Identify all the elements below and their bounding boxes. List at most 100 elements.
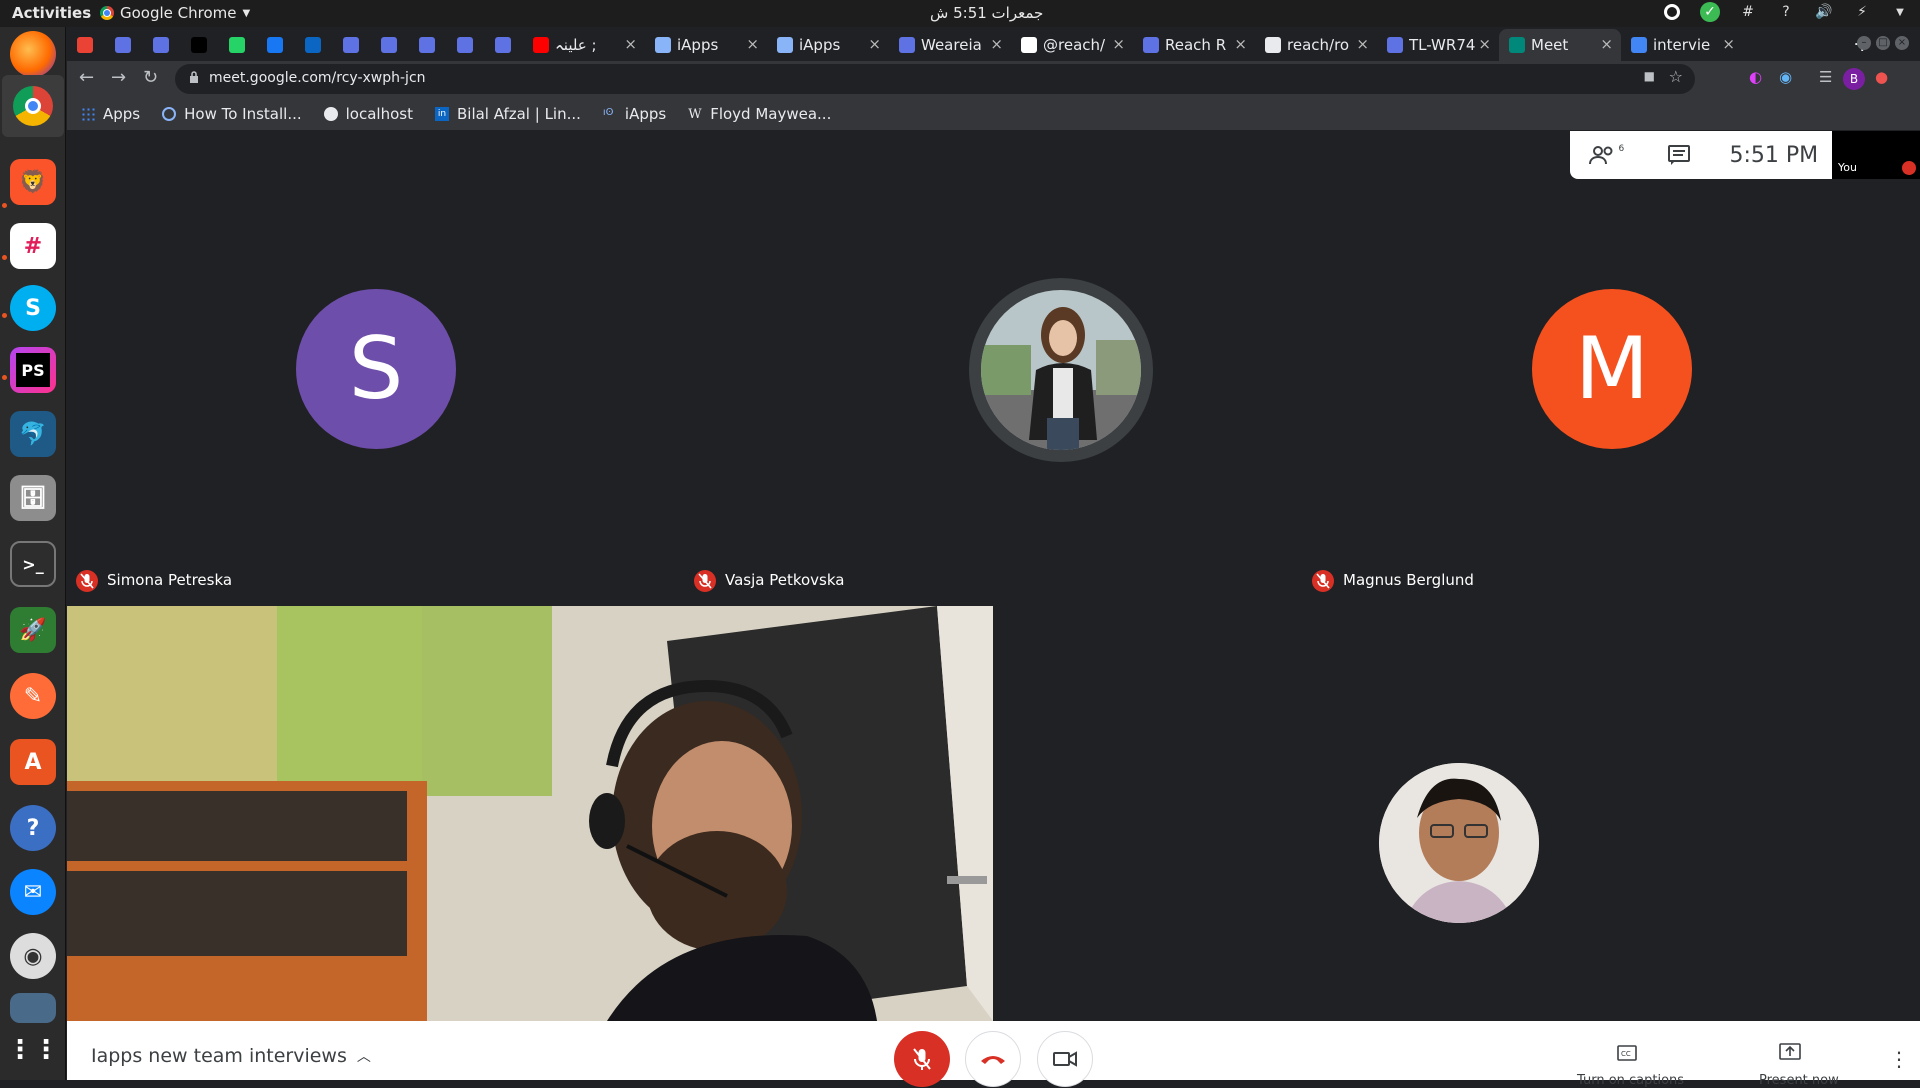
help-dock-icon[interactable]: ? [10,805,56,851]
tab-iapps[interactable]: iApps × [767,29,889,61]
show-apps-icon[interactable]: ⋮⋮ [7,1027,59,1073]
svg-text:CC: CC [1621,1050,1631,1058]
tab-pinned-6[interactable] [295,29,333,61]
battery-icon[interactable]: ⚡ [1852,2,1872,22]
meeting-details-toggle[interactable]: Iapps new team interviews ︿ [91,1045,371,1067]
mysql-workbench-icon[interactable]: 🐬 [10,411,56,457]
skype-icon[interactable]: S [10,285,56,331]
activities-button[interactable]: Activities [12,4,91,22]
software-center-icon[interactable]: A [10,739,56,785]
bookmark-star-icon[interactable]: ☆ [1669,67,1683,86]
app-menu[interactable]: Google Chrome ▼ [100,4,250,22]
participant-tile-simona[interactable]: S Simona Petreska [67,131,685,605]
extension-search-icon[interactable]: ◉ [1779,68,1792,86]
slack-icon[interactable]: # [10,223,56,269]
back-icon[interactable]: ← [79,67,94,88]
present-icon [1779,1043,1801,1060]
close-icon[interactable]: × [1722,35,1735,53]
mic-toggle-button[interactable] [894,1031,950,1087]
reload-icon[interactable]: ↻ [143,67,158,88]
participant-name: Magnus Berglund [1343,571,1474,589]
tab-reach[interactable]: @reach/ × [1011,29,1133,61]
camera-toggle-button[interactable] [1037,1031,1093,1087]
avatar-simona: S [296,289,456,449]
minimize-icon[interactable]: – [1857,36,1871,50]
terminal-icon[interactable]: >_ [10,541,56,587]
tab-pinned-4[interactable] [219,29,257,61]
extension-record-icon[interactable]: ● [1875,68,1888,86]
tab-pinned-7[interactable] [333,29,371,61]
bookmark-apps[interactable]: Apps [81,105,140,123]
tab-intervie[interactable]: intervie × [1621,29,1743,61]
participant-tile-magnus[interactable]: M Magnus Berglund [1303,131,1920,605]
close-window-icon[interactable]: × [1895,36,1909,50]
maximize-icon[interactable]: □ [1876,36,1890,50]
rhythmbox-icon[interactable]: ◉ [10,933,56,979]
participant-video-tile[interactable] [67,606,993,1021]
close-icon[interactable]: × [1234,35,1247,53]
menu-chevron-icon[interactable]: ▼ [1890,2,1910,22]
screen-icon[interactable] [10,993,56,1023]
dev-icon [191,37,207,53]
avatar-fourth-participant-photo[interactable] [1379,763,1539,923]
reading-list-icon[interactable]: ☰ [1819,68,1832,86]
tab-reach-ro[interactable]: reach/ro × [1255,29,1377,61]
extension-moon-icon[interactable]: ◐ [1749,68,1762,86]
tab-pinned-0[interactable] [67,29,105,61]
tab-pinned-2[interactable] [143,29,181,61]
slack-tray-icon[interactable]: # [1738,2,1758,22]
phpstorm-icon[interactable]: PS [10,347,56,393]
profile-avatar[interactable]: B [1843,68,1865,90]
record-indicator-icon[interactable] [1662,2,1682,22]
close-icon[interactable]: × [1356,35,1369,53]
address-bar[interactable]: meet.google.com/rcy-xwph-jcn ■ ☆ [175,64,1695,94]
tab-pinned-8[interactable] [371,29,409,61]
files-icon[interactable]: 🗄 [10,475,56,521]
thunderbird-icon[interactable]: ✉ [10,869,56,915]
tab-weareia[interactable]: Weareia × [889,29,1011,61]
close-icon[interactable]: × [746,35,759,53]
tab-label: iApps [677,36,719,54]
tab-pinned-3[interactable] [181,29,219,61]
bookmark-how-to-install[interactable]: How To Install... [162,105,302,123]
close-icon[interactable]: × [624,35,637,53]
gmail-icon [77,37,93,53]
rocket-icon[interactable]: 🚀 [10,607,56,653]
chrome-dock-icon[interactable] [2,75,64,137]
bookmark-floyd[interactable]: W Floyd Maywea... [688,105,831,123]
bookmark-iapps[interactable]: ıʘ iApps [603,105,666,123]
close-icon[interactable]: × [868,35,881,53]
tab-iapps[interactable]: iApps × [645,29,767,61]
tab-pinned-10[interactable] [447,29,485,61]
captions-button[interactable]: CC Turn on captions [1577,1021,1684,1088]
bookmark-linkedin[interactable]: in Bilal Afzal | Lin... [434,105,581,123]
tab-pinned-5[interactable] [257,29,295,61]
iapps-icon [655,37,671,53]
tab-tl-wr74[interactable]: TL-WR74 × [1377,29,1499,61]
firefox-icon[interactable] [10,31,56,77]
camera-indicator-icon[interactable]: ■ [1644,69,1655,83]
leave-call-button[interactable] [965,1031,1021,1087]
system-clock[interactable]: جمعرات 5:51 ش [930,4,1043,22]
bookmark-localhost[interactable]: localhost [323,105,413,123]
tab-pinned-11[interactable] [485,29,523,61]
check-icon[interactable]: ✓ [1700,2,1720,22]
close-icon[interactable]: × [990,35,1003,53]
close-icon[interactable]: × [1112,35,1125,53]
help-icon[interactable]: ? [1776,2,1796,22]
brave-icon[interactable]: 🦁 [10,159,56,205]
tab-item[interactable]: علینہ ; × [523,29,645,61]
tab-reach-r[interactable]: Reach R × [1133,29,1255,61]
participant-tile-vasja[interactable]: Vasja Petkovska [685,131,1303,605]
present-now-button[interactable]: Present now [1747,1021,1847,1088]
tab-pinned-1[interactable] [105,29,143,61]
more-options-icon[interactable]: ⋮ [1889,1047,1909,1071]
volume-icon[interactable]: 🔊 [1814,2,1834,22]
camera-icon [1053,1051,1077,1067]
tab-meet[interactable]: Meet × [1499,29,1621,61]
close-icon[interactable]: × [1478,35,1491,53]
postman-icon[interactable]: ✎ [10,673,56,719]
close-icon[interactable]: × [1600,35,1613,53]
forward-icon[interactable]: → [111,67,126,88]
tab-pinned-9[interactable] [409,29,447,61]
